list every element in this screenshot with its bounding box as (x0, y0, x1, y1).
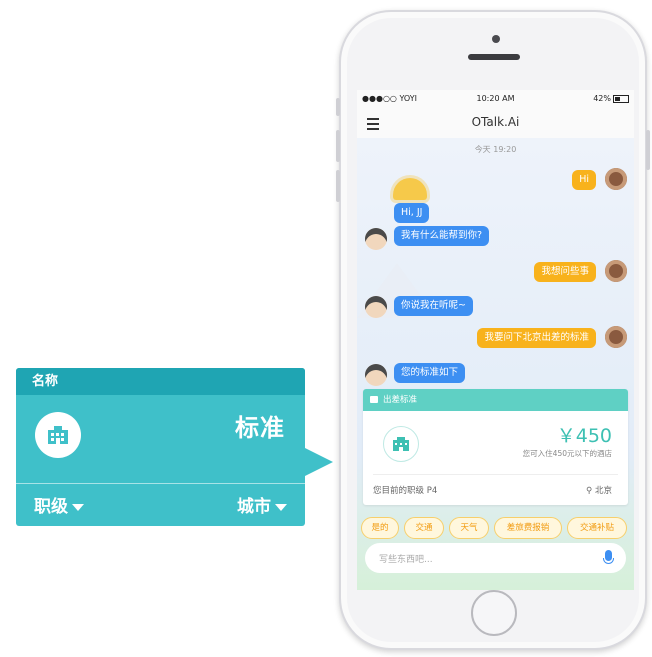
bot-avatar[interactable] (365, 296, 387, 318)
quick-reply-chip[interactable]: 天气 (449, 517, 489, 539)
caret-down-icon (72, 503, 84, 511)
phone-mockup: ●●●○○ YOYI 10:20 AM 42% OTalk.Ai 今天 19:2… (336, 10, 650, 650)
price-description: 您可入住450元以下的酒店 (522, 449, 612, 458)
chat-area[interactable]: 今天 19:20 Hi Hi, JJ 我有什么能帮到你? 我想问些事 你说我在听… (357, 138, 634, 590)
price-value: ￥450 (556, 425, 612, 447)
city-name: 北京 (594, 486, 612, 496)
user-message[interactable]: 我要问下北京出差的标准 (477, 328, 596, 348)
callout-pointer (305, 448, 333, 476)
microphone-icon[interactable] (603, 550, 614, 564)
input-placeholder: 写些东西吧... (379, 555, 433, 565)
quick-reply-chip[interactable]: 差旅费报销 (494, 517, 562, 539)
divider (373, 474, 618, 475)
nav-bar: OTalk.Ai (357, 108, 634, 139)
mute-switch (336, 98, 340, 116)
front-camera (492, 35, 500, 43)
job-level: 您目前的职级 P4 (373, 486, 438, 496)
volume-down-button (336, 170, 340, 202)
city-label: ⚲ 北京 (586, 484, 612, 496)
user-avatar[interactable] (605, 326, 627, 348)
callout-value: 标准 (235, 414, 285, 442)
user-avatar[interactable] (605, 168, 627, 190)
quick-reply-chip[interactable]: 交通补贴 (567, 517, 627, 539)
building-icon (35, 412, 81, 458)
divider (16, 483, 305, 484)
chat-timestamp: 今天 19:20 (474, 145, 517, 154)
phone-screen: ●●●○○ YOYI 10:20 AM 42% OTalk.Ai 今天 19:2… (357, 90, 634, 590)
power-button (646, 130, 650, 170)
location-pin-icon: ⚲ (586, 486, 593, 496)
status-bar: ●●●○○ YOYI 10:20 AM 42% (357, 90, 634, 108)
user-message[interactable]: Hi (572, 170, 596, 190)
sun-illustration (393, 178, 427, 200)
user-avatar[interactable] (605, 260, 627, 282)
battery-status: 42% (593, 94, 629, 103)
home-button[interactable] (471, 590, 517, 636)
volume-up-button (336, 130, 340, 162)
bot-message[interactable]: Hi, JJ (394, 203, 430, 223)
user-message[interactable]: 我想问些事 (534, 262, 596, 282)
callout-header: 名称 (16, 368, 305, 395)
bot-avatar[interactable] (365, 364, 387, 386)
caret-down-icon (275, 503, 287, 511)
briefcase-icon (370, 396, 378, 403)
bot-message[interactable]: 你说我在听呢~ (394, 296, 473, 316)
hotel-icon (383, 426, 419, 462)
earpiece-speaker (468, 54, 520, 60)
standard-callout: 名称 标准 职级 城市 (16, 368, 305, 526)
quick-reply-chip[interactable]: 是的 (361, 517, 399, 539)
travel-standard-card[interactable]: 出差标准 ￥450 您可入住450元以下的酒店 您目前的职级 P4 ⚲ 北京 (363, 389, 628, 505)
city-dropdown-label: 城市 (237, 497, 271, 517)
app-title: OTalk.Ai (471, 115, 520, 129)
city-dropdown[interactable]: 城市 (237, 492, 287, 517)
level-dropdown[interactable]: 职级 (34, 492, 84, 517)
battery-icon (613, 94, 629, 103)
bot-message[interactable]: 您的标准如下 (394, 363, 466, 383)
battery-percent: 42% (593, 94, 611, 103)
level-dropdown-label: 职级 (34, 497, 68, 517)
quick-reply-bar: 是的 交通 天气 差旅费报销 交通补贴 (361, 517, 631, 539)
bot-message[interactable]: 我有什么能帮到你? (394, 226, 490, 246)
quick-reply-chip[interactable]: 交通 (404, 517, 444, 539)
card-header: 出差标准 (363, 389, 628, 411)
message-input[interactable]: 写些东西吧... (365, 543, 626, 573)
bot-avatar[interactable] (365, 228, 387, 250)
card-title: 出差标准 (383, 395, 418, 405)
